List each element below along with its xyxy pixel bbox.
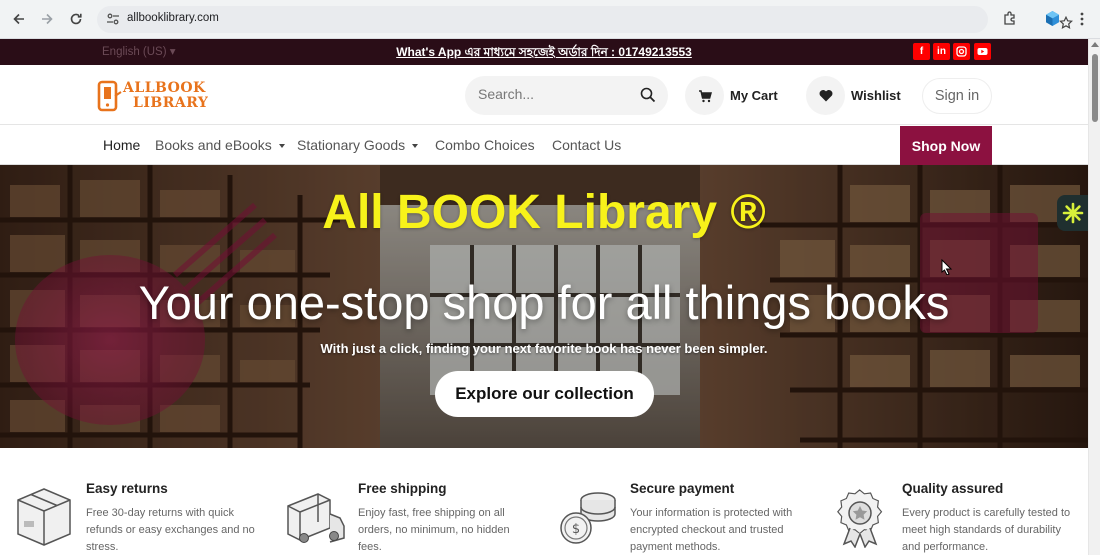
- wishlist-button[interactable]: Wishlist: [806, 76, 901, 115]
- bookmark-star-icon[interactable]: [1059, 15, 1075, 32]
- nav-contact-us[interactable]: Contact Us: [552, 137, 621, 153]
- search-icon[interactable]: [640, 87, 656, 103]
- explore-collection-button[interactable]: Explore our collection: [435, 371, 654, 417]
- forward-icon[interactable]: [37, 9, 57, 29]
- nav-home[interactable]: Home: [103, 137, 140, 153]
- nav-books-and-ebooks[interactable]: Books and eBooks: [155, 137, 285, 153]
- scroll-up-arrow-icon[interactable]: [1091, 42, 1099, 47]
- feature-easy-returns: Easy returns Free 30-day returns with qu…: [14, 481, 269, 555]
- url-text[interactable]: allbooklibrary.com: [127, 12, 219, 24]
- main-navigation: Home Books and eBooks Stationary Goods C…: [0, 126, 1088, 165]
- extensions-icon[interactable]: [1002, 10, 1018, 26]
- feature-title: Easy returns: [86, 481, 168, 496]
- scrollbar-thumb[interactable]: [1092, 54, 1098, 122]
- youtube-icon[interactable]: [974, 43, 991, 60]
- feature-description: Free 30-day returns with quick refunds o…: [86, 507, 255, 553]
- reload-icon[interactable]: [66, 9, 86, 29]
- nav-combo-choices[interactable]: Combo Choices: [435, 137, 535, 153]
- feature-free-shipping: Free shipping Enjoy fast, free shipping …: [286, 481, 541, 555]
- browser-chrome: allbooklibrary.com: [0, 0, 1100, 39]
- box-icon: [14, 486, 74, 546]
- hero-description: With just a click, finding your next fav…: [320, 341, 768, 356]
- feature-title: Quality assured: [902, 481, 1004, 496]
- search-box: [465, 76, 668, 115]
- search-input[interactable]: [478, 86, 628, 102]
- linkedin-icon[interactable]: in: [933, 43, 950, 60]
- site-header: ALLBOOK LIBRARY My Cart Wishlist Sign in: [0, 65, 1088, 125]
- svg-text:$: $: [572, 522, 580, 537]
- wishlist-label: Wishlist: [851, 88, 901, 103]
- instagram-icon[interactable]: [953, 43, 970, 60]
- page-scrollbar[interactable]: [1088, 39, 1100, 555]
- facebook-icon[interactable]: f: [913, 43, 930, 60]
- feature-description: Enjoy fast, free shipping on all orders,…: [358, 507, 510, 553]
- logo-text-line1: ALLBOOK: [123, 80, 206, 96]
- caret-down-icon: [278, 143, 285, 148]
- top-announcement-bar: English (US) ▾ What's App এর মাধ্যমে সহজ…: [0, 39, 1088, 65]
- hero-banner: All BOOK Library ® Your one-stop shop fo…: [0, 165, 1088, 448]
- site-logo[interactable]: ALLBOOK LIBRARY: [97, 79, 209, 113]
- hero-title: All BOOK Library ®: [322, 186, 766, 239]
- cart-icon: [685, 76, 724, 115]
- logo-text-line2: LIBRARY: [133, 95, 209, 111]
- chat-widget-icon[interactable]: [1057, 195, 1088, 231]
- feature-secure-payment: $ Secure payment Your information is pro…: [558, 481, 813, 555]
- shop-now-button[interactable]: Shop Now: [900, 126, 992, 165]
- badge-icon: [830, 486, 890, 549]
- feature-quality-assured: Quality assured Every product is careful…: [830, 481, 1085, 555]
- features-section: Easy returns Free 30-day returns with qu…: [0, 448, 1088, 555]
- sign-in-button[interactable]: Sign in: [922, 78, 992, 114]
- feature-title: Free shipping: [358, 481, 447, 496]
- caret-down-icon: [412, 143, 419, 148]
- site-info-icon[interactable]: [106, 12, 120, 26]
- truck-icon: [286, 486, 346, 546]
- nav-stationary-goods[interactable]: Stationary Goods: [297, 137, 419, 153]
- address-bar[interactable]: allbooklibrary.com: [97, 6, 1073, 33]
- feature-description: Every product is carefully tested to mee…: [902, 507, 1071, 553]
- feature-description: Your information is protected with encry…: [630, 507, 793, 553]
- feature-title: Secure payment: [630, 481, 735, 496]
- cart-button[interactable]: My Cart: [685, 76, 778, 115]
- browser-menu-icon[interactable]: [1074, 10, 1090, 28]
- extension-cube-icon[interactable]: [1044, 10, 1061, 27]
- hero-subtitle: Your one-stop shop for all things books: [138, 276, 950, 329]
- coins-icon: $: [558, 486, 618, 546]
- heart-icon: [806, 76, 845, 115]
- cart-label: My Cart: [730, 88, 778, 103]
- back-icon[interactable]: [9, 9, 29, 29]
- mouse-cursor-icon: [941, 259, 953, 275]
